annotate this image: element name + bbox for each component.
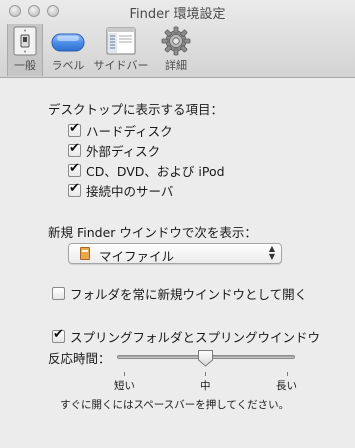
tab-sidebar-label: サイドバー: [93, 59, 149, 72]
slider-short-label: 短い: [114, 380, 135, 392]
chevron-up-down-icon: ▲ ▼: [268, 244, 275, 261]
checkbox-box[interactable]: [52, 286, 65, 300]
checkbox-box[interactable]: [68, 181, 81, 197]
tab-advanced[interactable]: 詳細: [157, 24, 195, 74]
checkbox-box[interactable]: [68, 121, 81, 137]
gear-icon: [161, 26, 191, 56]
finder-preferences-window: Finder 環境設定 一般 ラベル サイドバー 詳細 デスクトップに表示する項…: [0, 0, 355, 448]
show-external-disks-checkbox[interactable]: 外部ディスク: [68, 141, 161, 159]
label-pill-icon: [51, 33, 85, 52]
slider-tick: [287, 372, 288, 376]
checkbox-label: 接続中のサーバ: [86, 183, 174, 199]
checkbox-label: スプリングフォルダとスプリングウインドウ: [70, 329, 321, 345]
checkbox-box[interactable]: [68, 161, 81, 177]
tab-sidebar[interactable]: サイドバー: [91, 24, 151, 74]
checkbox-label: CD、DVD、および iPod: [86, 163, 225, 179]
window-title: Finder 環境設定: [129, 7, 226, 22]
open-folders-new-window-checkbox[interactable]: フォルダを常に新規ウインドウとして開く: [52, 285, 308, 302]
checkbox-label: 外部ディスク: [86, 143, 161, 159]
new-window-heading: 新規 Finder ウインドウで次を表示：: [48, 225, 257, 240]
my-files-icon: [80, 247, 90, 260]
checkbox-label: ハードディスク: [86, 123, 173, 139]
spacebar-hint: すぐに開くにはスペースバーを押してください。: [60, 399, 290, 411]
checkbox-box[interactable]: [52, 327, 65, 343]
title-toolbar-area: Finder 環境設定 一般 ラベル サイドバー 詳細: [0, 0, 355, 78]
tab-labels-label: ラベル: [51, 59, 85, 72]
tab-general-label: 一般: [14, 59, 36, 72]
light-switch-icon: [13, 26, 37, 56]
tab-labels[interactable]: ラベル: [49, 24, 87, 74]
sidebar-window-icon: [106, 27, 136, 55]
show-connected-servers-checkbox[interactable]: 接続中のサーバ: [68, 181, 174, 199]
new-window-target-popup[interactable]: マイファイル ▲ ▼: [68, 243, 282, 264]
spring-delay-label: 反応時間：: [48, 351, 111, 366]
show-removable-media-checkbox[interactable]: CD、DVD、および iPod: [68, 161, 225, 179]
show-hard-disks-checkbox[interactable]: ハードディスク: [68, 121, 173, 139]
slider-tick: [124, 372, 125, 376]
spring-loaded-checkbox[interactable]: スプリングフォルダとスプリングウインドウ: [52, 327, 321, 345]
slider-tick: [205, 372, 206, 376]
new-window-target-value: マイファイル: [99, 249, 175, 264]
slider-long-label: 長い: [276, 380, 297, 392]
desktop-items-heading: デスクトップに表示する項目：: [48, 102, 224, 117]
slider-medium-label: 中: [200, 380, 211, 392]
checkbox-label: フォルダを常に新規ウインドウとして開く: [70, 286, 308, 302]
checkbox-box[interactable]: [68, 141, 81, 157]
tab-advanced-label: 詳細: [165, 59, 187, 72]
tab-general[interactable]: 一般: [7, 24, 43, 76]
spring-delay-slider-thumb[interactable]: [197, 349, 214, 367]
